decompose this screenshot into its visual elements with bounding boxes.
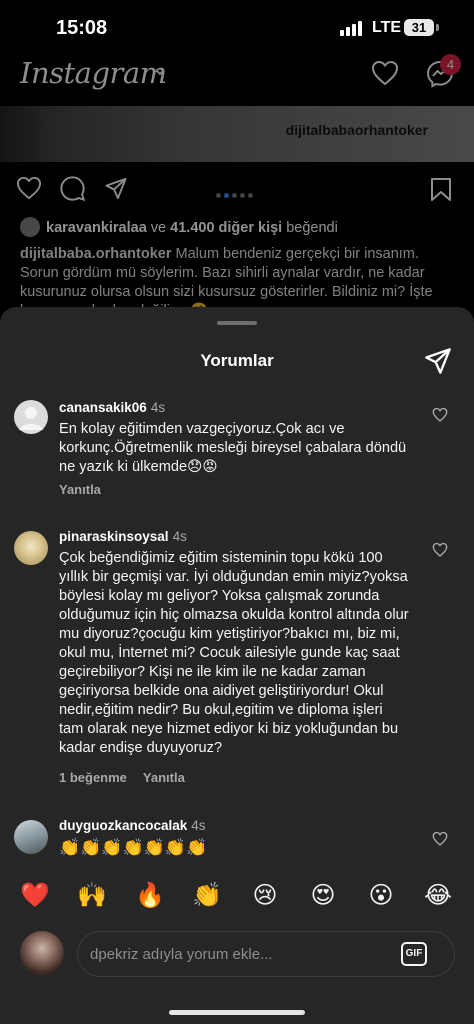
comment-meta: 1 beğenme Yanıtla <box>59 770 185 785</box>
comments-sheet: Yorumlar canansakik06 4s En kolay eğitimd… <box>0 307 474 1024</box>
reply-button[interactable]: Yanıtla <box>59 482 101 497</box>
instagram-logo[interactable]: Instagram <box>20 56 167 90</box>
comment-input-box: GIF <box>77 931 455 977</box>
post-actions <box>0 172 474 208</box>
carousel-dots <box>216 185 256 203</box>
avatar[interactable] <box>14 400 48 434</box>
send-icon[interactable] <box>424 347 452 375</box>
status-time: 15:08 <box>56 17 108 39</box>
comment-likes-count[interactable]: 1 beğenme <box>59 770 127 785</box>
comment-like-icon[interactable] <box>432 831 448 847</box>
like-icon[interactable] <box>16 176 42 200</box>
post-image[interactable]: dijitalbabaorhantoker <box>0 106 474 162</box>
avatar[interactable] <box>14 531 48 565</box>
likes-suffix: beğendi <box>282 220 338 236</box>
comment-input[interactable] <box>90 932 390 976</box>
comment-username[interactable]: duyguozkancocalak 4s <box>59 818 206 833</box>
emoji-heart-eyes[interactable]: 😍 <box>305 876 341 916</box>
home-indicator[interactable] <box>169 1010 305 1015</box>
battery-tip <box>436 24 439 31</box>
likes-count[interactable]: 41.400 diğer kişi <box>170 220 282 236</box>
share-icon[interactable] <box>104 177 128 200</box>
status-bar: 15:08 LTE 31 <box>0 0 474 54</box>
comment-meta: Yanıtla <box>59 482 101 497</box>
emoji-clap[interactable]: 👏 <box>189 876 225 916</box>
comment-text: En kolay eğitimden vazgeçiyoruz.Çok acı … <box>59 421 407 475</box>
comment-age: 4s <box>150 400 166 415</box>
comment-like-icon[interactable] <box>432 542 448 558</box>
battery-icon: 31 <box>404 19 434 36</box>
bookmark-icon[interactable] <box>430 177 452 202</box>
image-watermark: dijitalbabaorhantoker <box>285 122 428 138</box>
emoji-heart[interactable]: ❤️ <box>17 876 53 916</box>
liker-username[interactable]: karavankiralaa <box>46 220 147 236</box>
likes-summary[interactable]: karavankiralaa ve 41.400 diğer kişi beğe… <box>20 217 338 237</box>
sheet-title: Yorumlar <box>200 351 274 370</box>
messages-badge: 4 <box>440 54 461 75</box>
signal-icon <box>340 20 366 36</box>
heart-icon[interactable] <box>371 60 399 86</box>
current-user-avatar <box>18 929 66 977</box>
comment-username[interactable]: canansakik06 4s <box>59 400 165 415</box>
reply-button[interactable]: Yanıtla <box>143 770 185 785</box>
emoji-surprised[interactable]: 😮 <box>363 876 399 916</box>
comment-age: 4s <box>191 818 206 833</box>
sheet-grabber[interactable] <box>217 321 257 325</box>
chevron-down-icon[interactable] <box>154 66 166 78</box>
post-caption: dijitalbaba.orhantoker Malum bendeniz ge… <box>20 245 460 307</box>
app-header: Instagram 4 <box>0 54 474 106</box>
network-label: LTE <box>372 19 402 36</box>
emoji-raised-hands[interactable]: 🙌 <box>74 876 110 916</box>
comment-like-icon[interactable] <box>432 407 448 423</box>
likes-joiner: ve <box>146 220 171 236</box>
comment-text: 👏👏👏👏👏👏👏 <box>59 838 208 857</box>
comment-icon[interactable] <box>60 176 85 201</box>
emoji-laughing[interactable]: 😂 <box>420 876 456 916</box>
comment-username[interactable]: pinaraskinsoysal 4s <box>59 529 187 544</box>
quick-emoji-bar: ❤️ 🙌 🔥 👏 😢 😍 😮 😂 <box>0 876 474 916</box>
emoji-crying[interactable]: 😢 <box>247 876 283 916</box>
comment-text: Çok beğendiğimiz eğitim sisteminin topu … <box>59 550 409 756</box>
caption-username[interactable]: dijitalbaba.orhantoker <box>20 246 171 262</box>
liker-avatar <box>20 217 40 237</box>
comment-age: 4s <box>172 529 187 544</box>
gif-button[interactable]: GIF <box>401 942 427 966</box>
emoji-fire[interactable]: 🔥 <box>132 876 168 916</box>
avatar[interactable] <box>14 820 48 854</box>
